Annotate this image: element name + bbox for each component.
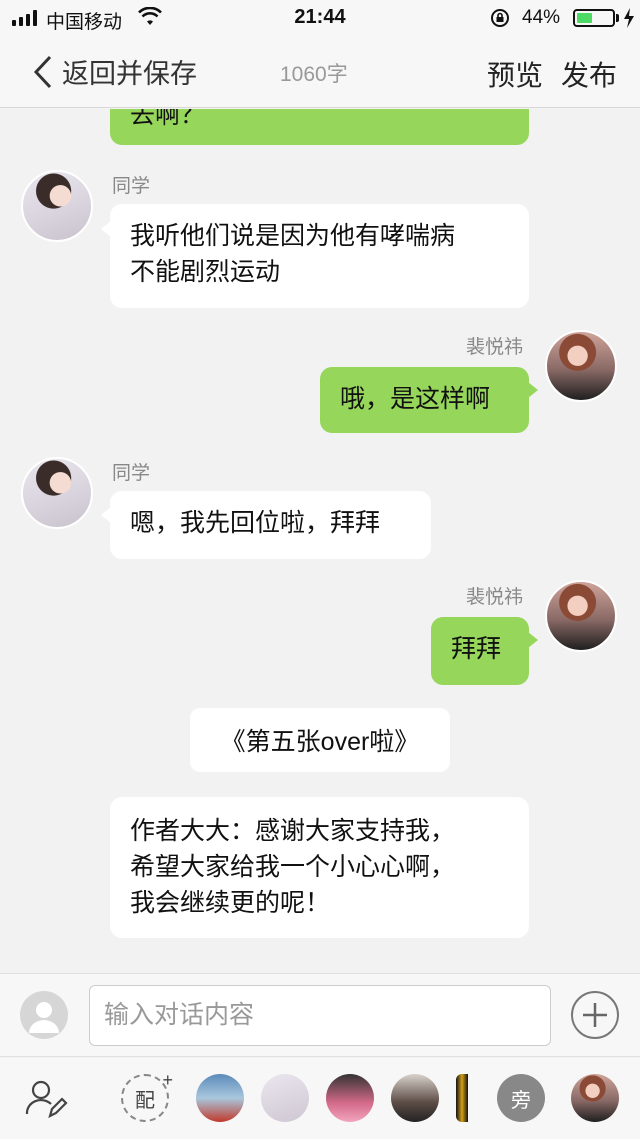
narrator-button[interactable]: 旁 [497, 1074, 545, 1122]
add-role-button[interactable]: 配 + [121, 1070, 173, 1122]
edit-user-icon[interactable] [24, 1076, 68, 1120]
sender-name: 裴悦祎 [466, 337, 524, 358]
battery-percent: 44% [522, 7, 561, 28]
preview-button[interactable]: 预览 [487, 54, 543, 94]
bubble-tail [528, 382, 538, 398]
avatar-pei-yueyi[interactable] [545, 580, 617, 652]
user-icon[interactable] [20, 991, 68, 1039]
character-avatar[interactable] [196, 1074, 244, 1122]
character-avatar[interactable] [456, 1074, 468, 1122]
message-bubble-partial[interactable]: 去啊？ [110, 109, 529, 145]
sender-name: 同学 [112, 176, 151, 197]
publish-button[interactable]: 发布 [561, 54, 617, 94]
sender-name: 同学 [112, 463, 151, 484]
chevron-left-icon [33, 55, 52, 88]
battery-icon [573, 9, 615, 27]
message-line: 拜拜 [451, 635, 502, 663]
message-line: 哦，是这样啊 [340, 385, 491, 413]
character-avatar[interactable] [391, 1074, 439, 1122]
avatar-classmate[interactable] [21, 170, 93, 242]
character-avatar[interactable] [571, 1074, 619, 1122]
message-bubble[interactable]: 我听他们说是因为他有哮喘病 不能剧烈运动 [110, 204, 529, 308]
input-bar [0, 973, 640, 1057]
narration-bubble[interactable]: 作者大大：感谢大家支持我， 希望大家给我一个小心心啊， 我会继续更的呢！ [110, 797, 529, 938]
message-bubble[interactable]: 拜拜 [431, 617, 529, 685]
charging-bolt-icon [624, 8, 634, 28]
battery-tip [616, 14, 619, 22]
message-bubble[interactable]: 嗯，我先回位啦，拜拜 [110, 491, 431, 559]
nav-bar: 返回并保存 1060字 预览 发布 [0, 36, 640, 108]
chat-area[interactable]: 去啊？ 同学 我听他们说是因为他有哮喘病 不能剧烈运动 裴悦祎 哦，是这样啊 同… [0, 109, 640, 973]
word-count: 1060字 [280, 63, 348, 86]
chapter-note[interactable]: 《第五张over啦》 [190, 708, 450, 772]
message-line: 嗯，我先回位啦，拜拜 [130, 509, 381, 537]
character-avatar[interactable] [326, 1074, 374, 1122]
plus-icon[interactable] [571, 991, 619, 1039]
message-bubble[interactable]: 哦，是这样啊 [320, 367, 529, 433]
narration-line: 希望大家给我一个小心心啊， [130, 853, 456, 881]
message-line: 不能剧烈运动 [130, 258, 281, 286]
avatar-pei-yueyi[interactable] [545, 330, 617, 402]
narration-line: 我会继续更的呢！ [130, 889, 331, 917]
status-bar: 中国移动 21:44 44% [0, 0, 640, 36]
back-save-label: 返回并保存 [62, 59, 197, 89]
character-avatar[interactable] [261, 1074, 309, 1122]
narration-line: 作者大大：感谢大家支持我， [130, 817, 456, 845]
sender-name: 裴悦祎 [466, 587, 524, 608]
character-bar: 配 + 旁 [0, 1058, 640, 1139]
dialogue-input[interactable] [89, 985, 551, 1046]
back-save-button[interactable]: 返回并保存 [30, 52, 197, 91]
bubble-tail [528, 632, 538, 648]
message-line: 我听他们说是因为他有哮喘病 [130, 222, 456, 250]
rotation-lock-icon [491, 9, 509, 27]
avatar-classmate[interactable] [21, 457, 93, 529]
